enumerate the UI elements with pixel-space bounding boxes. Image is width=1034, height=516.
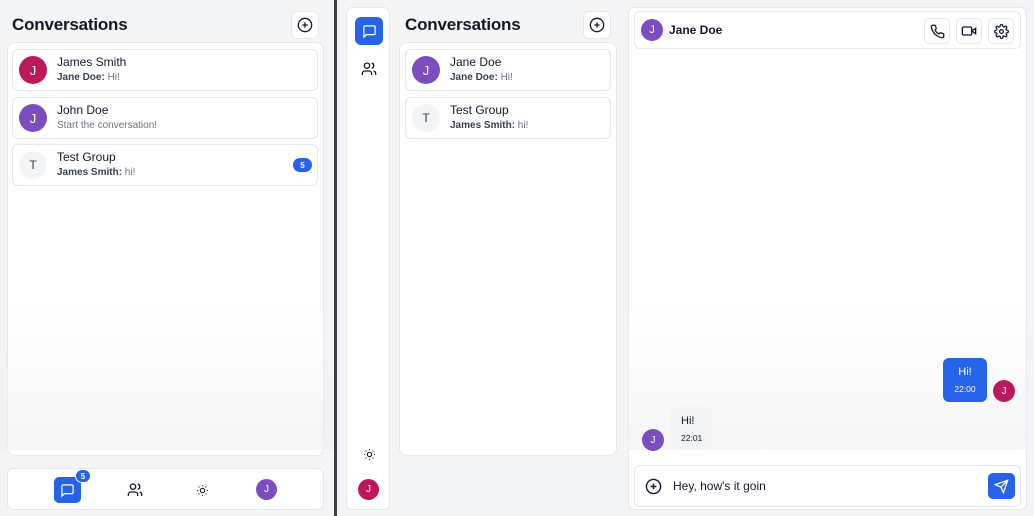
chat-settings-button[interactable]: [988, 18, 1014, 44]
contact-avatar[interactable]: J: [641, 19, 663, 41]
video-icon: [961, 26, 977, 36]
sender-avatar: J: [993, 380, 1015, 402]
message-text: Hi!: [681, 415, 695, 427]
voice-call-button[interactable]: [924, 18, 950, 44]
nav-chats-button[interactable]: 5: [54, 469, 91, 503]
avatar: T: [19, 151, 47, 179]
conversation-item-test-group[interactable]: T Test Group James Smith: hi! 5: [12, 144, 318, 186]
left-window: Conversations J James Smith Jane Doe: Hi…: [0, 0, 334, 516]
sun-icon: [197, 484, 208, 496]
conversation-name: Jane Doe: [450, 55, 502, 69]
unread-badge: 5: [75, 469, 91, 483]
video-call-button[interactable]: [956, 18, 982, 44]
theme-toggle-button[interactable]: [189, 477, 216, 503]
conversation-item-john-doe[interactable]: J John Doe Start the conversation!: [12, 97, 318, 139]
gear-icon: [993, 23, 1009, 39]
avatar: T: [412, 104, 440, 132]
send-icon: [994, 478, 1009, 494]
conversation-preview: James Smith: hi!: [57, 167, 136, 178]
conversation-preview: Start the conversation!: [57, 120, 158, 131]
page-title: Conversations: [12, 15, 128, 34]
conversation-preview: Jane Doe: Hi!: [450, 72, 513, 83]
message-composer: Hey, how's it goin: [634, 465, 1021, 507]
avatar: J: [19, 104, 47, 132]
user-avatar[interactable]: J: [358, 479, 379, 500]
conversation-preview: James Smith: hi!: [450, 120, 529, 131]
user-avatar[interactable]: J: [256, 479, 277, 500]
message-text: Hi!: [958, 366, 972, 378]
phone-icon: [930, 24, 944, 38]
conversation-item-jane-doe[interactable]: J Jane Doe Jane Doe: Hi!: [405, 49, 611, 91]
attach-button[interactable]: [641, 474, 665, 498]
avatar: J: [19, 56, 47, 84]
right-window: J Conversations J Jane Doe Jane Doe: Hi!…: [337, 0, 1034, 516]
conversation-item-james-smith[interactable]: J James Smith Jane Doe: Hi!: [12, 49, 318, 91]
conversation-name: Test Group: [57, 150, 116, 164]
chat-icon: [362, 24, 376, 39]
plus-circle-icon: [589, 17, 605, 33]
plus-circle-icon: [297, 17, 313, 33]
unread-count-badge: 5: [293, 158, 312, 172]
message-bubble-sent: Hi! 22:00: [943, 358, 987, 402]
avatar: J: [412, 56, 440, 84]
page-title: Conversations: [405, 15, 521, 34]
new-conversation-button[interactable]: [291, 11, 319, 39]
message-bubble-received: Hi! 22:01: [670, 407, 712, 449]
plus-circle-icon: [645, 478, 661, 494]
rail-chats-button[interactable]: [355, 17, 383, 45]
rail-contacts-button[interactable]: [355, 55, 383, 83]
conversation-preview: Jane Doe: Hi!: [57, 72, 120, 83]
chat-icon: [61, 483, 74, 498]
message-time: 22:01: [681, 433, 703, 443]
nav-contacts-button[interactable]: [121, 477, 148, 503]
conversation-name: Test Group: [450, 103, 509, 117]
contact-name: Jane Doe: [669, 23, 723, 37]
users-icon: [361, 62, 377, 75]
sun-icon: [363, 448, 375, 460]
conversation-name: John Doe: [57, 103, 109, 117]
new-conversation-button[interactable]: [583, 11, 611, 39]
sender-avatar: J: [642, 429, 664, 451]
conversation-item-test-group[interactable]: T Test Group James Smith: hi!: [405, 97, 611, 139]
chat-header: J Jane Doe: [634, 11, 1021, 49]
bottom-nav: 5 J: [7, 468, 324, 510]
send-button[interactable]: [988, 473, 1015, 499]
side-rail: J: [346, 7, 390, 510]
message-input[interactable]: Hey, how's it goin: [673, 479, 766, 493]
conversation-name: James Smith: [57, 55, 127, 69]
message-time: 22:00: [954, 384, 976, 394]
users-icon: [127, 483, 142, 496]
theme-toggle-button[interactable]: [355, 440, 383, 468]
